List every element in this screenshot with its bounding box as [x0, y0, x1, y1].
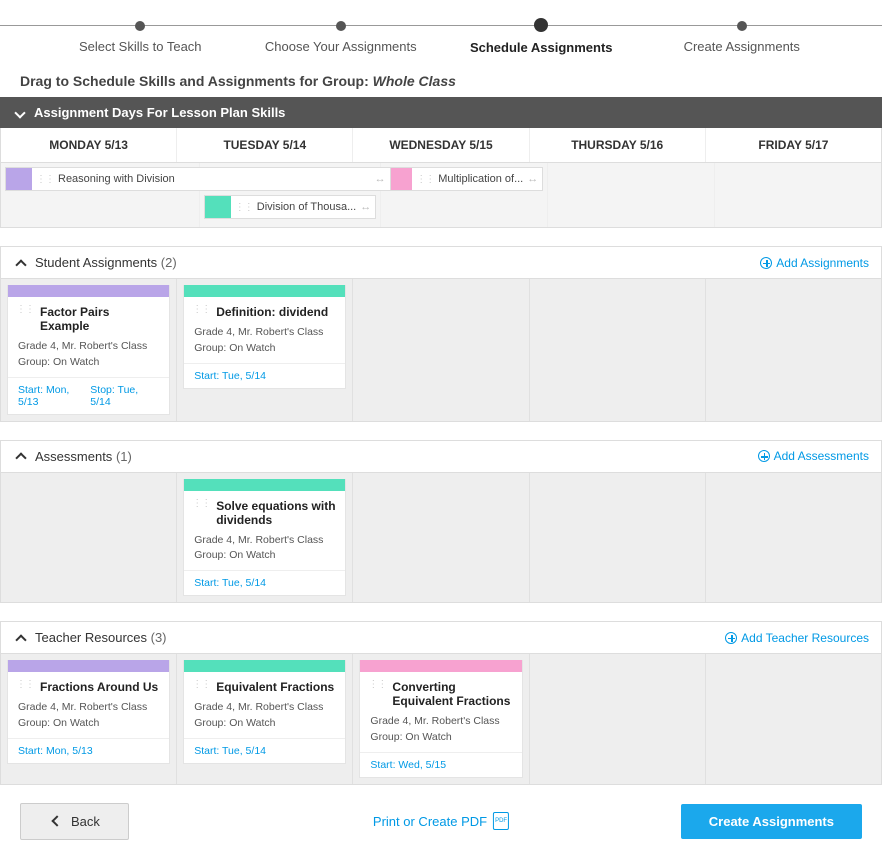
drag-grip-icon[interactable]: ⋮⋮: [32, 174, 58, 185]
week-header: MONDAY 5/13 TUESDAY 5/14 WEDNESDAY 5/15 …: [0, 128, 882, 163]
pdf-icon: PDF: [493, 812, 509, 830]
resize-handle-icon[interactable]: ↔: [371, 173, 390, 185]
resize-handle-icon[interactable]: ↔: [356, 201, 375, 213]
drag-grip-icon[interactable]: ⋮⋮: [192, 499, 210, 509]
drag-grip-icon[interactable]: ⋮⋮: [231, 202, 257, 213]
card-color-bar: [184, 285, 345, 297]
skills-grid: ⋮⋮ Reasoning with Division ↔ ⋮⋮ Division…: [0, 163, 882, 228]
day-header-mon: MONDAY 5/13: [1, 128, 177, 162]
card-color-bar: [184, 660, 345, 672]
drag-grip-icon[interactable]: ⋮⋮: [368, 680, 386, 690]
add-assignments-link[interactable]: Add Assignments: [760, 256, 869, 270]
plus-circle-icon: [760, 257, 772, 269]
drag-grip-icon[interactable]: ⋮⋮: [192, 305, 210, 315]
card-color-bar: [184, 479, 345, 491]
plus-circle-icon: [725, 632, 737, 644]
skill-pill[interactable]: ⋮⋮ Division of Thousa... ↔: [204, 195, 376, 219]
chevron-down-icon: [14, 107, 25, 118]
step-dot: [737, 21, 747, 31]
skill-pill[interactable]: ⋮⋮ Reasoning with Division ↔: [5, 167, 391, 191]
assessments-grid: ⋮⋮Solve equations with dividends Grade 4…: [0, 473, 882, 604]
chevron-up-icon: [15, 452, 26, 463]
add-assessments-link[interactable]: Add Assessments: [758, 449, 869, 463]
card-color-bar: [360, 660, 521, 672]
teacher-resources-grid: ⋮⋮Fractions Around Us Grade 4, Mr. Rober…: [0, 654, 882, 785]
assignment-card[interactable]: ⋮⋮Definition: dividend Grade 4, Mr. Robe…: [183, 285, 346, 389]
assessment-card[interactable]: ⋮⋮Solve equations with dividends Grade 4…: [183, 479, 346, 597]
back-button[interactable]: Back: [20, 803, 129, 840]
drag-grip-icon[interactable]: ⋮⋮: [16, 680, 34, 690]
create-assignments-button[interactable]: Create Assignments: [681, 804, 862, 839]
resource-card[interactable]: ⋮⋮Equivalent Fractions Grade 4, Mr. Robe…: [183, 660, 346, 764]
skill-color-swatch: [205, 196, 231, 218]
card-color-bar: [8, 660, 169, 672]
plus-circle-icon: [758, 450, 770, 462]
section-header-student-assignments[interactable]: Student Assignments (2) Add Assignments: [0, 246, 882, 279]
stepper: Select Skills to Teach Choose Your Assig…: [0, 0, 882, 65]
resource-card[interactable]: ⋮⋮Converting Equivalent Fractions Grade …: [359, 660, 522, 778]
student-assignments-grid: ⋮⋮Factor Pairs Example Grade 4, Mr. Robe…: [0, 279, 882, 422]
card-color-bar: [8, 285, 169, 297]
day-header-fri: FRIDAY 5/17: [706, 128, 881, 162]
skill-color-swatch: [6, 168, 32, 190]
drag-grip-icon[interactable]: ⋮⋮: [192, 680, 210, 690]
drag-grip-icon[interactable]: ⋮⋮: [412, 174, 438, 185]
drag-grip-icon[interactable]: ⋮⋮: [16, 305, 34, 315]
stepper-line: [0, 25, 882, 26]
resize-handle-icon[interactable]: ↔: [523, 173, 542, 185]
section-header-assessments[interactable]: Assessments (1) Add Assessments: [0, 440, 882, 473]
day-header-thu: THURSDAY 5/16: [530, 128, 706, 162]
skill-pill[interactable]: ⋮⋮ Multiplication of... ↔: [385, 167, 543, 191]
section-header-teacher-resources[interactable]: Teacher Resources (3) Add Teacher Resour…: [0, 621, 882, 654]
assignment-days-header[interactable]: Assignment Days For Lesson Plan Skills: [0, 97, 882, 128]
day-header-wed: WEDNESDAY 5/15: [353, 128, 529, 162]
step-dot: [135, 21, 145, 31]
step-dot: [534, 18, 548, 32]
print-pdf-link[interactable]: Print or Create PDFPDF: [373, 812, 509, 830]
footer: Back Print or Create PDFPDF Create Assig…: [0, 785, 882, 858]
day-header-tue: TUESDAY 5/14: [177, 128, 353, 162]
assignment-card[interactable]: ⋮⋮Factor Pairs Example Grade 4, Mr. Robe…: [7, 285, 170, 415]
chevron-up-icon: [15, 259, 26, 270]
resource-card[interactable]: ⋮⋮Fractions Around Us Grade 4, Mr. Rober…: [7, 660, 170, 764]
add-teacher-resources-link[interactable]: Add Teacher Resources: [725, 631, 869, 645]
page-subtitle: Drag to Schedule Skills and Assignments …: [0, 65, 882, 97]
chevron-left-icon: [51, 815, 62, 826]
chevron-up-icon: [15, 634, 26, 645]
step-dot: [336, 21, 346, 31]
